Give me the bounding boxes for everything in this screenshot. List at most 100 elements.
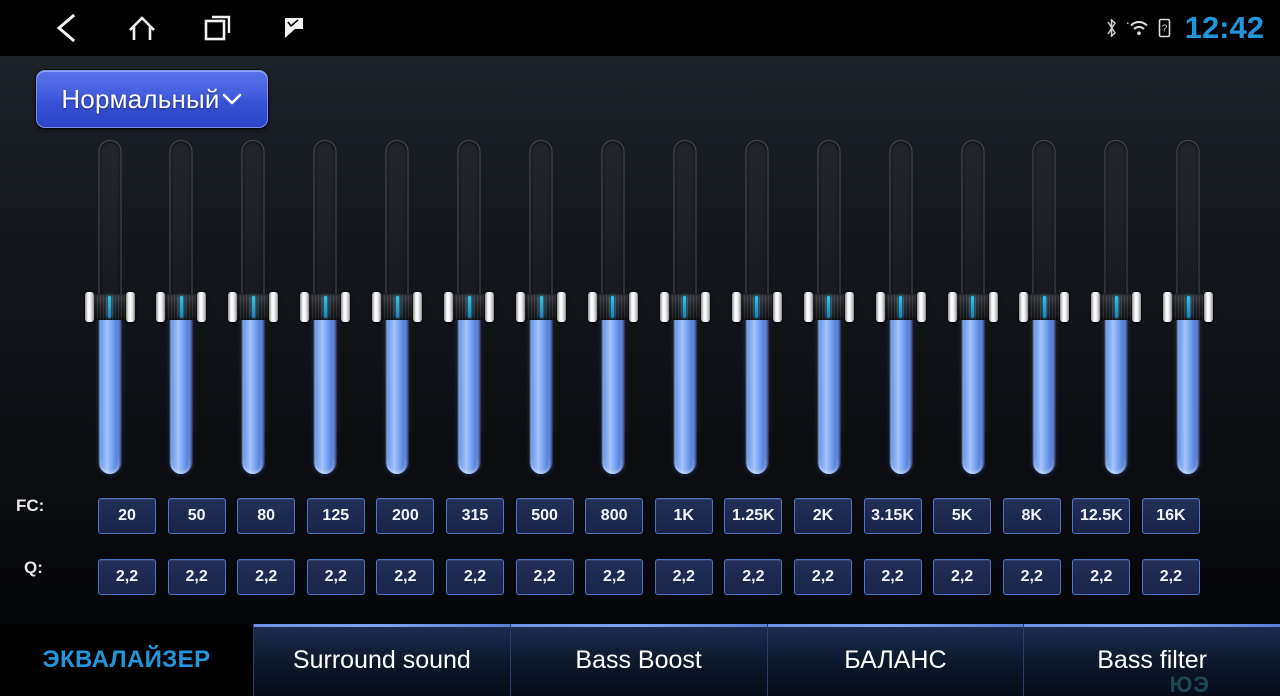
flag-button[interactable] [256,0,332,56]
eq-slider-band-6[interactable] [444,140,495,474]
eq-slider-fill [962,307,984,474]
bottom-tab-bar: ЭКВАЛАЙЗЕР Surround sound Bass Boost БАЛАНС… [0,624,1280,696]
eq-slider-thumb-cap-left [444,292,454,322]
q-cell-9[interactable]: 2,2 [654,559,713,595]
eq-slider-fill [818,307,840,474]
flag-icon [281,15,307,41]
eq-slider-thumb-cap-right [557,292,567,322]
eq-slider-thumb-cap-left [731,292,741,322]
fc-cell-7[interactable]: 500 [515,498,574,534]
status-bar: ? 12:42 [0,0,1280,56]
q-cell-8[interactable]: 2,2 [585,559,644,595]
eq-slider-band-8[interactable] [587,140,638,474]
eq-slider-band-16[interactable] [1163,140,1214,474]
tab-surround-sound[interactable]: Surround sound [253,624,510,696]
fc-cell-10[interactable]: 1.25K [724,498,783,534]
fc-cell-5[interactable]: 200 [376,498,435,534]
eq-slider-band-10[interactable] [731,140,782,474]
q-cell-3[interactable]: 2,2 [237,559,296,595]
eq-slider-fill [746,307,768,474]
sim-card-icon: ? [1157,17,1172,39]
eq-slider-band-5[interactable] [372,140,423,474]
fc-cell-15[interactable]: 12.5K [1072,498,1131,534]
eq-slider-fill [1177,307,1199,474]
q-cell-6[interactable]: 2,2 [445,559,504,595]
eq-slider-thumb-cap-left [372,292,382,322]
q-cell-7[interactable]: 2,2 [515,559,574,595]
fc-cell-13[interactable]: 5K [933,498,992,534]
fc-cell-9[interactable]: 1K [654,498,713,534]
fc-cell-14[interactable]: 8K [1002,498,1061,534]
status-clock: 12:42 [1184,10,1264,45]
eq-slider-fill [386,307,408,474]
eq-slider-fill [1105,307,1127,474]
q-cell-12[interactable]: 2,2 [863,559,922,595]
tab-bass-filter[interactable]: Bass filter [1023,624,1280,696]
eq-slider-band-12[interactable] [875,140,926,474]
eq-slider-band-1[interactable] [84,140,135,474]
eq-slider-fill [890,307,912,474]
eq-slider-band-2[interactable] [156,140,207,474]
eq-slider-band-3[interactable] [228,140,279,474]
eq-slider-thumb-cap-right [988,292,998,322]
eq-slider-fill [602,307,624,474]
q-cell-11[interactable]: 2,2 [793,559,852,595]
eq-slider-thumb-cap-left [228,292,238,322]
fc-cell-12[interactable]: 3.15K [863,498,922,534]
recents-icon [203,13,233,43]
tab-эквалайзер[interactable]: ЭКВАЛАЙЗЕР [0,624,253,696]
eq-slider-thumb-cap-left [803,292,813,322]
tab-bass-boost[interactable]: Bass Boost [509,624,767,696]
q-cell-4[interactable]: 2,2 [306,559,365,595]
eq-slider-thumb-cap-right [916,292,926,322]
eq-slider-thumb-cap-right [1204,292,1214,322]
eq-slider-band-11[interactable] [803,140,854,474]
eq-slider-thumb-cap-right [1132,292,1142,322]
back-icon [53,13,79,43]
eq-slider-band-9[interactable] [659,140,710,474]
fc-cell-8[interactable]: 800 [585,498,644,534]
q-cell-2[interactable]: 2,2 [167,559,226,595]
svg-text:?: ? [1161,24,1167,35]
fc-value-row: 20 50 80 125 200 315 500 800 1K 1.25K 2K 3.15K 5K 8K 1… [98,498,1200,534]
eq-slider-thumb-cap-right [772,292,782,322]
fc-cell-1[interactable]: 20 [98,498,156,534]
home-button[interactable] [104,0,180,56]
fc-cell-6[interactable]: 315 [445,498,504,534]
recents-button[interactable] [180,0,256,56]
q-cell-15[interactable]: 2,2 [1072,559,1131,595]
q-value-row: 2,2 2,2 2,2 2,2 2,2 2,2 2,2 2,2 2,2 2,2 2,2 2,2 2,2 2… [98,559,1200,595]
eq-slider-thumb-cap-left [1091,292,1101,322]
chevron-down-icon [221,92,243,106]
preset-dropdown-button[interactable]: Нормальный [36,70,268,128]
eq-slider-thumb-cap-left [1019,292,1029,322]
fc-cell-16[interactable]: 16K [1141,498,1200,534]
fc-cell-4[interactable]: 125 [306,498,365,534]
q-cell-1[interactable]: 2,2 [98,559,156,595]
eq-slider-thumb-cap-right [269,292,279,322]
eq-slider-band-7[interactable] [516,140,567,474]
eq-slider-thumb-cap-right [125,292,135,322]
q-cell-13[interactable]: 2,2 [933,559,992,595]
eq-slider-thumb-cap-right [341,292,351,322]
eq-slider-thumb-cap-left [659,292,669,322]
q-cell-14[interactable]: 2,2 [1002,559,1061,595]
navigation-bar [0,0,332,56]
bluetooth-icon [1104,17,1119,39]
eq-slider-band-15[interactable] [1091,140,1142,474]
q-cell-5[interactable]: 2,2 [376,559,435,595]
q-cell-10[interactable]: 2,2 [724,559,783,595]
tab-баланс[interactable]: БАЛАНС [766,624,1024,696]
q-cell-16[interactable]: 2,2 [1141,559,1200,595]
back-button[interactable] [28,0,104,56]
eq-slider-band-13[interactable] [947,140,998,474]
eq-slider-band-14[interactable] [1019,140,1070,474]
fc-cell-11[interactable]: 2K [793,498,852,534]
fc-row-label: FC: [16,496,45,515]
fc-cell-3[interactable]: 80 [237,498,296,534]
home-icon [127,13,157,43]
eq-slider-band-4[interactable] [300,140,351,474]
eq-slider-thumb-cap-left [875,292,885,322]
fc-cell-2[interactable]: 50 [167,498,226,534]
q-row-label: Q: [24,558,43,577]
